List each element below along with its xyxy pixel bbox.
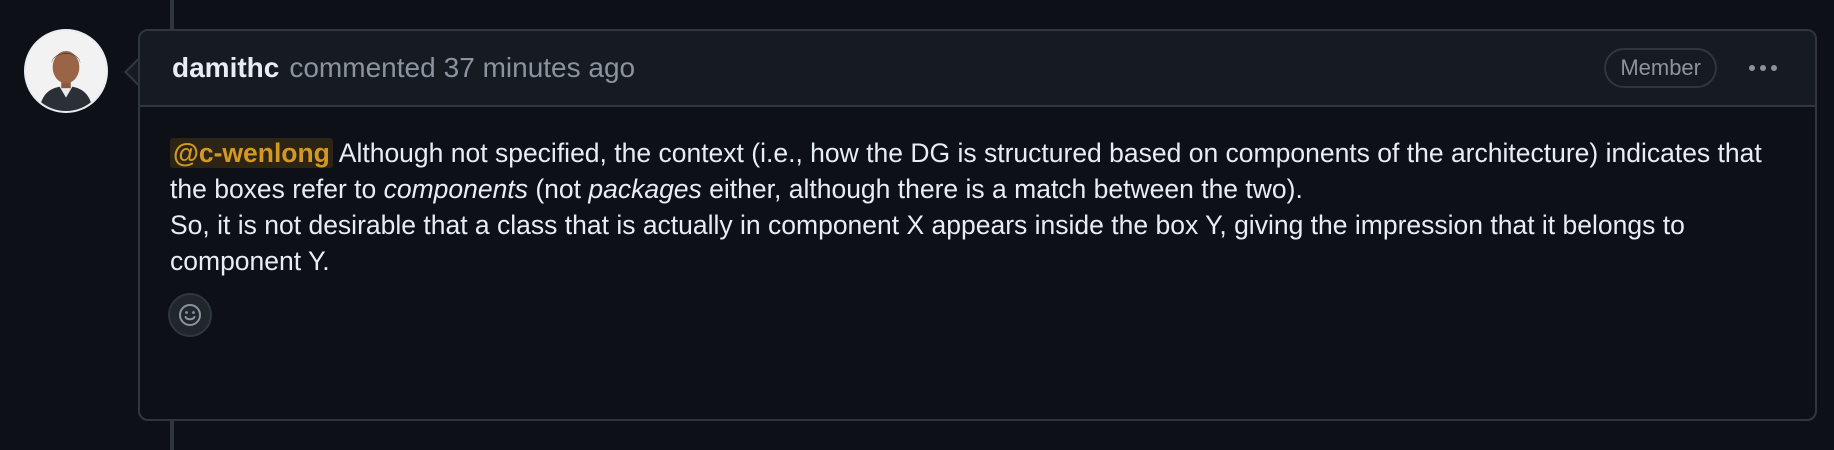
- comment-box: damithc commented 37 minutes ago Member …: [138, 29, 1817, 421]
- avatar-image: [26, 31, 106, 111]
- comment-text-3: either, although there is a match betwee…: [701, 174, 1303, 204]
- more-options-button[interactable]: [1743, 48, 1783, 88]
- comment-paragraph-2: So, it is not desirable that a class tha…: [170, 210, 1685, 276]
- comment-paragraph-1: @c-wenlong Although not specified, the c…: [170, 135, 1783, 207]
- smiley-icon: [179, 304, 201, 326]
- user-mention[interactable]: @c-wenlong: [170, 138, 333, 168]
- comment-emphasis-packages: packages: [588, 174, 702, 204]
- comment-emphasis-components: components: [383, 174, 528, 204]
- comment-text-2: (not: [527, 174, 589, 204]
- comment-body: @c-wenlong Although not specified, the c…: [140, 107, 1815, 279]
- kebab-horizontal-icon: [1749, 65, 1777, 71]
- member-badge: Member: [1604, 48, 1717, 88]
- comment-header: damithc commented 37 minutes ago Member: [140, 31, 1815, 107]
- add-reaction-button[interactable]: [168, 293, 212, 337]
- comment-timestamp[interactable]: 37 minutes ago: [444, 52, 635, 84]
- comment-author[interactable]: damithc: [172, 52, 279, 84]
- avatar[interactable]: [24, 29, 108, 113]
- comment-action: commented: [289, 52, 436, 83]
